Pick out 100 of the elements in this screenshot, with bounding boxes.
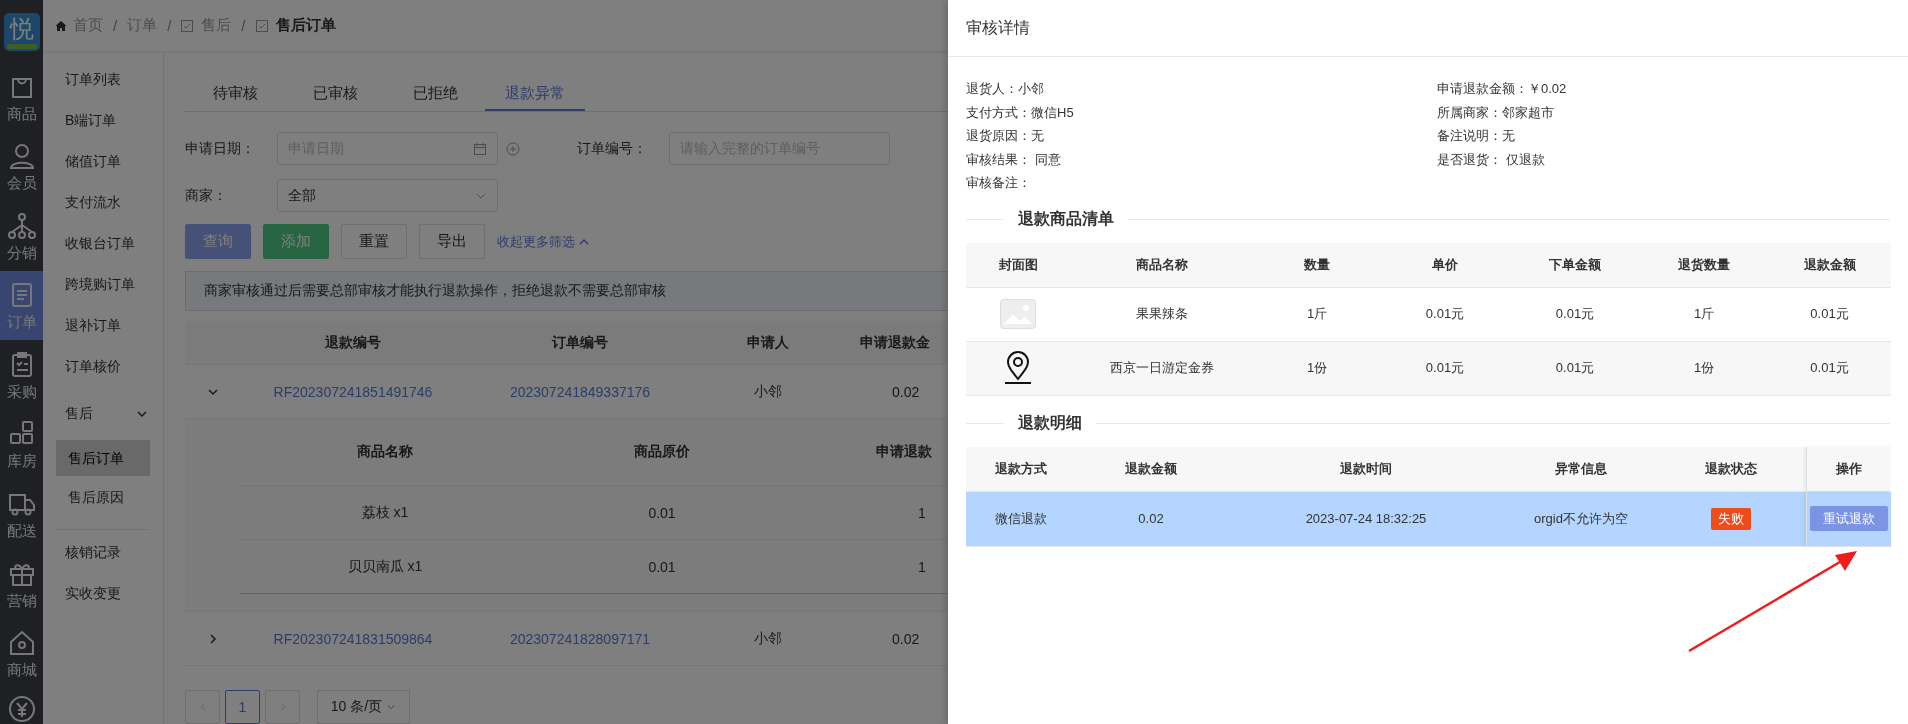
collapse-link[interactable]: 收起更多筛选 xyxy=(497,232,590,251)
table-cell-text: 小邻 xyxy=(753,629,783,648)
submenu-item[interactable]: 售后订单 xyxy=(56,440,150,476)
info-field: 支付方式：微信H5 xyxy=(966,100,1437,124)
page-size-select[interactable]: 10 条/页 xyxy=(317,690,410,724)
tab[interactable]: 已审核 xyxy=(285,77,385,111)
table-cell-text: 1 xyxy=(917,558,927,575)
sidebar-item[interactable]: 配送 xyxy=(0,479,43,549)
table-cell-text: 0.01元 xyxy=(1424,305,1466,323)
table-cell-text: 荔枝 x1 xyxy=(360,503,410,522)
image-placeholder-icon xyxy=(1000,299,1036,329)
submenu-item[interactable]: 实收变更 xyxy=(56,573,150,614)
table-cell-text: orgid不允许为空 xyxy=(1533,509,1629,528)
column-header: 退款时间 xyxy=(1339,459,1393,478)
column-header: 单价 xyxy=(1431,255,1459,274)
action-button[interactable]: 重置 xyxy=(341,224,407,259)
column-header: 下单金额 xyxy=(1548,255,1602,274)
page-button[interactable]: 1 xyxy=(225,690,260,724)
tab[interactable]: 待审核 xyxy=(185,77,285,111)
column-header: 数量 xyxy=(1303,255,1331,274)
sidebar-item[interactable]: 采购 xyxy=(0,340,43,410)
info-field: 所属商家：邻家超市 xyxy=(1437,100,1908,124)
calendar-icon xyxy=(473,141,487,156)
column-header: 退款状态 xyxy=(1704,459,1758,478)
tab[interactable]: 退款异常 xyxy=(485,77,585,111)
table-cell-text: 0.01 xyxy=(647,558,677,575)
field-label: 商家： xyxy=(185,186,228,205)
table-cell-text: 0.01元 xyxy=(1809,359,1850,377)
table-cell-text: 果果辣条 xyxy=(1135,305,1189,323)
info-field: 是否退货： 仅退款 xyxy=(1437,147,1908,171)
table-cell-text: 0.01元 xyxy=(1424,359,1466,377)
submenu-item[interactable]: 支付流水 xyxy=(56,182,150,223)
submenu-item[interactable]: 订单核价 xyxy=(56,346,150,387)
column-header: 异常信息 xyxy=(1554,459,1608,478)
column-header: 商品原价 xyxy=(633,443,691,461)
table-cell-text: 0.01元 xyxy=(1554,359,1596,377)
checkbox-icon xyxy=(181,19,194,32)
submenu-item[interactable]: 核销记录 xyxy=(56,532,150,573)
column-header: 退货数量 xyxy=(1677,255,1731,274)
table-cell-text: 0.01元 xyxy=(1809,305,1850,323)
info-field: 退货原因：无 xyxy=(966,124,1437,148)
submenu-item[interactable]: 退补订单 xyxy=(56,305,150,346)
sidebar-item[interactable]: 库房 xyxy=(0,409,43,480)
tab[interactable]: 已拒绝 xyxy=(385,77,485,111)
sidebar-item[interactable]: 商品 xyxy=(0,61,43,132)
chevron-down-icon xyxy=(386,702,397,712)
table-cell-text: 2023-07-24 18:32:25 xyxy=(1304,510,1428,528)
refund-number-link[interactable]: RF202307241831509864 xyxy=(273,630,433,647)
column-header: 操作 xyxy=(1806,446,1891,491)
submenu-group[interactable]: 售后 xyxy=(56,390,150,437)
table-cell-text: 0.01元 xyxy=(1554,305,1596,323)
sidebar-item[interactable]: 会员 xyxy=(0,131,43,201)
info-field: 审核备注： xyxy=(966,171,1437,195)
table-row[interactable]: 微信退款 0.02 2023-07-24 18:32:25 orgid不允许为空 失败 重试退款 xyxy=(966,491,1891,547)
table-cell-text: 西京一日游定金券 xyxy=(1109,359,1215,377)
table-cell-text: 小邻 xyxy=(753,382,783,401)
submenu-item[interactable]: 储值订单 xyxy=(56,141,150,182)
breadcrumb-separator: / xyxy=(113,17,118,34)
sidebar-item[interactable]: 分销 xyxy=(0,200,43,271)
section-title: 退款明细 xyxy=(1018,412,1082,433)
submenu-item[interactable]: 订单列表 xyxy=(56,59,150,100)
action-button[interactable]: 导出 xyxy=(419,224,485,259)
submenu-item[interactable]: 跨境购订单 xyxy=(56,264,150,305)
column-header: 申请退款 xyxy=(875,443,933,461)
modal-overlay[interactable] xyxy=(0,0,948,724)
column-header: 退款金额 xyxy=(1124,459,1178,478)
sidebar-item[interactable]: 营销 xyxy=(0,548,43,619)
submenu-item[interactable]: 收银台订单 xyxy=(56,223,150,264)
order-number-link[interactable]: 202307241849337176 xyxy=(509,383,651,400)
breadcrumb-separator: / xyxy=(167,17,172,34)
info-field: 审核结果： 同意 xyxy=(966,147,1437,171)
table-cell-text: 0.02 xyxy=(1137,510,1165,528)
column-header: 退款编号 xyxy=(324,333,382,352)
table-cell-text: 1份 xyxy=(1692,359,1716,377)
home-icon xyxy=(55,19,67,32)
submenu-item[interactable]: 售后原因 xyxy=(56,479,150,515)
sidebar-item[interactable]: 订单 xyxy=(0,270,43,341)
field-label: 申请日期： xyxy=(185,139,256,158)
table-cell-text: 贝贝南瓜 x1 xyxy=(346,557,424,576)
location-pin-icon xyxy=(1003,351,1033,385)
order-number-link[interactable]: 202307241828097171 xyxy=(509,630,651,647)
notice-text: 商家审核通过后需要总部审核才能执行退款操作，拒绝退款不需要总部审核 xyxy=(204,282,666,300)
drawer-title: 审核详情 xyxy=(966,17,1030,38)
column-header: 申请退款金 xyxy=(859,333,931,352)
yen-icon[interactable] xyxy=(6,693,37,724)
column-header: 商品名称 xyxy=(356,443,414,461)
retry-refund-button[interactable]: 重试退款 xyxy=(1810,506,1888,531)
table-cell-text: 微信退款 xyxy=(994,509,1048,528)
breadcrumb-separator: / xyxy=(241,17,246,34)
refund-number-link[interactable]: RF202307241851491746 xyxy=(273,383,433,400)
section-title: 退款商品清单 xyxy=(1018,208,1114,229)
table-cell-text: 1份 xyxy=(1305,359,1329,377)
submenu-item[interactable]: B端订单 xyxy=(56,100,150,141)
select-field[interactable]: 全部 xyxy=(277,179,498,212)
column-header: 退款金额 xyxy=(1802,255,1857,274)
table-cell-text: 0.01 xyxy=(647,504,677,521)
field-label: 订单编号： xyxy=(577,139,648,158)
info-field: 备注说明：无 xyxy=(1437,124,1908,148)
info-field: 申请退款金额：￥0.02 xyxy=(1437,77,1908,101)
sidebar-item[interactable]: 商城 xyxy=(0,618,43,688)
